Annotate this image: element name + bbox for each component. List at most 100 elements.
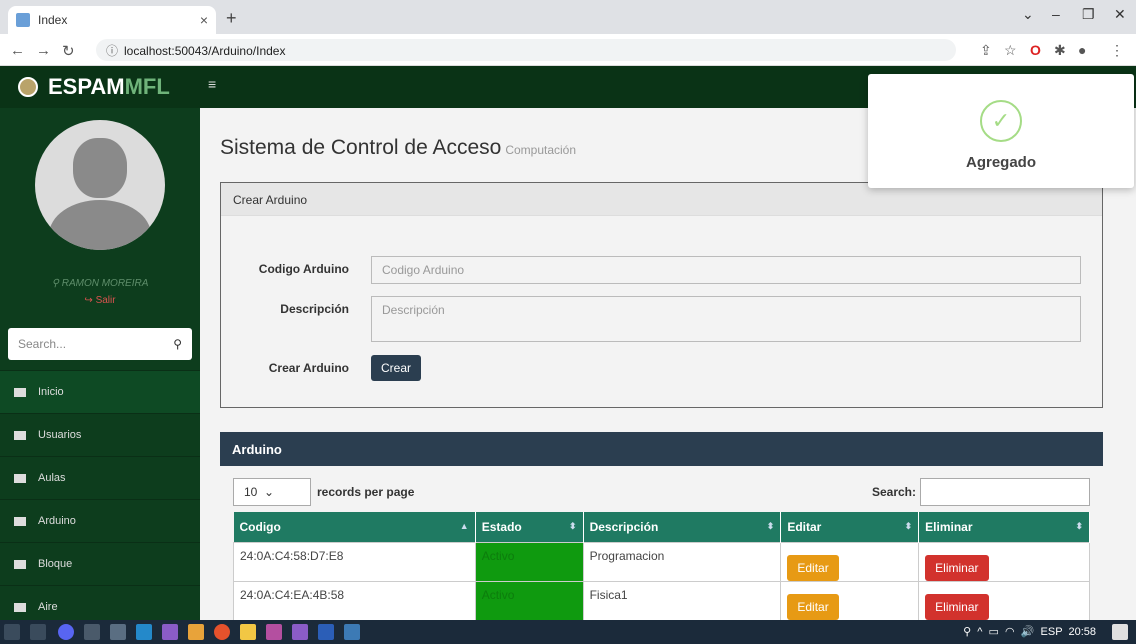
sidebar-search-input[interactable]: Search... ⚲ [8, 328, 192, 360]
crear-button[interactable]: Crear [371, 355, 422, 381]
codigo-label: Codigo Arduino [258, 262, 349, 276]
browser-tabbar: Index × + ⌄ – ❐ ✕ [0, 0, 1136, 34]
monitor-icon [14, 387, 26, 397]
sidebar-item-aulas[interactable]: Aulas [0, 456, 200, 499]
cell-codigo: 24:0A:C4:EA:4B:58 [233, 580, 476, 621]
more-icon[interactable]: ⋮ [1110, 42, 1124, 59]
back-icon[interactable]: ← [10, 42, 25, 59]
start-icon[interactable] [4, 624, 20, 640]
brand-text-accent: MFL [124, 74, 170, 99]
records-label: records per page [317, 485, 415, 499]
cell-codigo: 24:0A:C4:58:D7:E8 [233, 541, 476, 582]
sidebar-item-usuarios[interactable]: Usuarios [0, 413, 200, 456]
sidebar-item-arduino[interactable]: Arduino [0, 499, 200, 542]
edit-button[interactable]: Editar [787, 554, 839, 581]
word-icon[interactable] [318, 624, 334, 640]
table-icon [14, 473, 26, 483]
visual-studio-icon[interactable] [162, 624, 178, 640]
search-label: Search: [871, 485, 916, 499]
close-window-icon[interactable]: ✕ [1114, 6, 1126, 23]
table-icon [14, 516, 26, 526]
hamburger-icon[interactable]: ≡ [208, 76, 216, 92]
star-icon[interactable]: ☆ [1004, 42, 1017, 59]
task-view-icon[interactable] [30, 624, 46, 640]
new-tab-icon[interactable]: + [226, 8, 237, 29]
system-tray[interactable]: ⚲ ^ ▭ ◠ 🔊 ESP 20:58 [963, 625, 1096, 638]
cell-editar: Editar [780, 541, 920, 582]
clock: 20:58 [1068, 626, 1096, 638]
cell-eliminar: Eliminar [918, 541, 1090, 582]
arduino-table-panel: Arduino 10 ⌄ records per page Search: Co… [220, 432, 1103, 622]
profile-avatar-icon[interactable]: ● [1078, 42, 1086, 58]
sort-icon: ⬍ [1075, 521, 1083, 531]
logout-link[interactable]: ↪ Salir [84, 295, 115, 306]
forward-icon[interactable]: → [36, 42, 51, 59]
table-search-input[interactable] [920, 478, 1090, 506]
info-icon: ⓘ [106, 44, 119, 58]
col-codigo[interactable]: Codigo ▲ [233, 512, 476, 542]
table-icon [14, 559, 26, 569]
page-length: 10 ⌄ records per page [233, 478, 414, 506]
reload-icon[interactable]: ↻ [62, 42, 75, 60]
delete-button[interactable]: Eliminar [925, 554, 989, 581]
crear-row: Crear Arduino Crear [221, 355, 422, 381]
browser-tab[interactable]: Index × [8, 6, 216, 34]
create-arduino-panel: Crear Arduino Codigo Arduino Codigo Ardu… [220, 182, 1103, 408]
opera-icon[interactable]: O [1030, 42, 1041, 58]
col-editar[interactable]: Editar ⬍ [780, 512, 920, 542]
col-eliminar[interactable]: Eliminar ⬍ [918, 512, 1090, 542]
app-icon[interactable] [188, 624, 204, 640]
edit-button[interactable]: Editar [787, 593, 839, 620]
brand-logo[interactable]: ESPAM MFL [0, 66, 200, 108]
sidebar-search-placeholder: Search... [18, 337, 67, 351]
descripcion-row: Descripción Descripción [221, 296, 1081, 342]
extensions-icon[interactable]: ✱ [1054, 42, 1066, 59]
cell-estado: Activo [474, 541, 584, 582]
delete-button[interactable]: Eliminar [925, 593, 989, 620]
table-icon [14, 430, 26, 440]
toast-message: Agregado [965, 154, 1036, 171]
user-name[interactable]: ⚲ RAMON MOREIRA [52, 278, 149, 289]
terminal-icon[interactable] [84, 624, 100, 640]
url-text: localhost:50043/Arduino/Index [124, 44, 286, 58]
table-row: 24:0A:C4:EA:4B:58 Activo Fisica1 Editar … [233, 580, 1090, 621]
notifications-icon[interactable] [1112, 624, 1128, 640]
sort-icon: ⬍ [904, 521, 913, 531]
descripcion-label: Descripción [280, 302, 349, 316]
discord-icon[interactable] [58, 624, 74, 640]
search-icon[interactable]: ⚲ [173, 337, 182, 351]
vscode-icon[interactable] [136, 624, 152, 640]
minimize-icon[interactable]: – [1052, 6, 1060, 22]
app-icon[interactable] [110, 624, 126, 640]
col-estado[interactable]: Estado ⬍ [475, 512, 584, 542]
check-icon: ✓ [980, 100, 1022, 142]
close-tab-icon[interactable]: × [200, 12, 208, 28]
page-length-select[interactable]: 10 ⌄ [233, 478, 311, 506]
codigo-input[interactable]: Codigo Arduino [371, 256, 1081, 284]
page-title: Sistema de Control de Acceso Computación [220, 136, 577, 159]
avatar [35, 120, 165, 250]
table-header-row: Codigo ▲ Estado ⬍ Descripción ⬍ Editar ⬍ Eli… [233, 512, 1090, 542]
descripcion-textarea[interactable]: Descripción [371, 296, 1081, 342]
url-field[interactable]: ⓘ localhost:50043/Arduino/Index [96, 39, 956, 61]
page-subtitle: Computación [505, 143, 577, 157]
address-bar: ← → ↻ ⓘ localhost:50043/Arduino/Index ⇪ ☆… [0, 34, 1136, 66]
sidebar-item-bloque[interactable]: Bloque [0, 542, 200, 585]
share-icon[interactable]: ⇪ [980, 42, 992, 59]
sidebar: ESPAM MFL ⚲ RAMON MOREIRA ↪ Salir Search.… [0, 66, 200, 620]
table-search: Search: [872, 478, 1090, 506]
table-panel-title: Arduino [220, 432, 1103, 466]
restore-icon[interactable]: ❐ [1082, 6, 1095, 23]
tab-title: Index [38, 13, 68, 27]
lang-indicator: ESP [1040, 626, 1063, 638]
arduino-table: Codigo ▲ Estado ⬍ Descripción ⬍ Editar ⬍ Eli… [233, 512, 1090, 621]
user-profile: ⚲ RAMON MOREIRA ↪ Salir [0, 108, 200, 320]
chrome-icon[interactable] [214, 624, 230, 640]
python-icon[interactable] [344, 624, 360, 640]
col-descripcion[interactable]: Descripción ⬍ [583, 512, 782, 542]
visual-studio-icon[interactable] [292, 624, 308, 640]
app-icon[interactable] [266, 624, 282, 640]
file-explorer-icon[interactable] [240, 624, 256, 640]
sidebar-item-inicio[interactable]: Inicio [0, 370, 200, 413]
chevron-down-icon[interactable]: ⌄ [1022, 6, 1034, 23]
